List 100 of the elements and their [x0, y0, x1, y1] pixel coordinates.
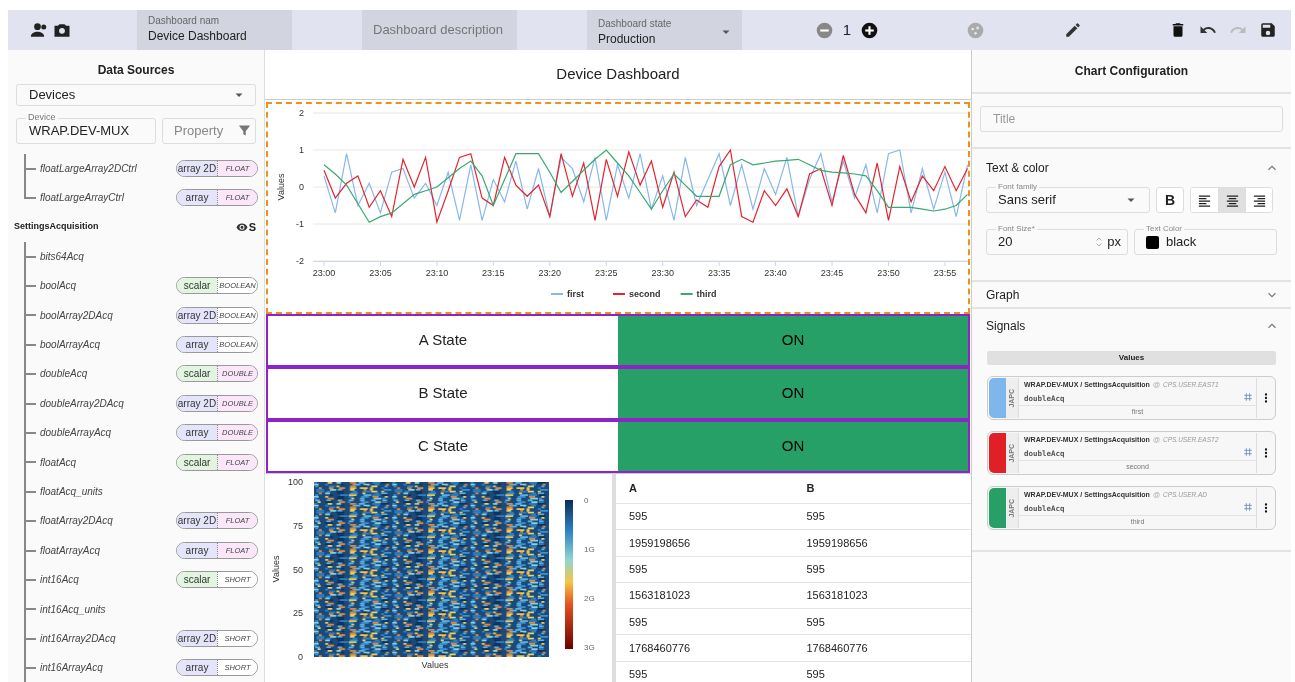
state-value: ON — [618, 369, 968, 418]
table-cell-text: 1959198656 — [805, 535, 869, 551]
axis-tick-label: 23:15 — [482, 268, 505, 278]
field-label: Font Size* — [996, 223, 1037, 234]
unit-label: px — [1107, 233, 1121, 252]
section-title[interactable]: Text & color — [986, 159, 1049, 177]
property-label[interactable]: floatArrayAcq — [40, 542, 176, 558]
property-label[interactable]: boolAcq — [40, 278, 176, 294]
legend-label: third — [696, 289, 717, 299]
container-label: scalar — [177, 454, 217, 470]
dashboard-state-select[interactable]: Dashboard state Production — [587, 10, 742, 50]
container-label: array 2D — [177, 160, 217, 176]
save-icon[interactable] — [1259, 21, 1277, 39]
axis-tick-label: 25 — [293, 608, 303, 619]
property-label[interactable]: int16Array2DAcq — [40, 630, 176, 646]
property-label[interactable]: int16Acq — [40, 572, 176, 588]
axis-tick-label: 23:40 — [764, 268, 787, 278]
legend-item[interactable]: third — [679, 289, 717, 299]
property-label[interactable]: int16ArrayAcq — [40, 660, 176, 676]
field-value: black — [1166, 233, 1197, 252]
chart-widget[interactable]: -2 -1 0 1 2 Values 23:00 23:05 23:10 23:15 23:20 23:25 23:30 23:35 23:40 23:45 23:50 23:55 first second third — [266, 102, 970, 314]
axis-tick-label: 23:50 — [877, 268, 900, 278]
legend-item[interactable]: first — [550, 289, 584, 299]
container-label: array — [177, 425, 217, 441]
column-header: A — [628, 481, 638, 497]
property-label[interactable]: bits64Acq — [40, 248, 258, 264]
container-label: array — [177, 190, 217, 206]
table-cell-text: 595 — [628, 667, 649, 682]
property-label[interactable]: doubleArrayAcq — [40, 425, 176, 441]
table-cell-text: 595 — [628, 614, 649, 630]
property-label[interactable]: boolArray2DAcq — [40, 307, 176, 323]
table-cell-text: 595 — [628, 562, 649, 577]
table-cell-text: 1959198656 — [628, 535, 692, 551]
legend-label: first — [567, 289, 585, 299]
align-center-button[interactable] — [1218, 188, 1245, 212]
axis-title: Values — [271, 555, 281, 583]
bold-button[interactable]: B — [1156, 187, 1184, 213]
property-label[interactable]: floatAcq_units — [40, 484, 258, 499]
table-cell-text: 595 — [805, 509, 826, 525]
field-label: Text Color — [1144, 223, 1184, 234]
align-right-button[interactable] — [1245, 188, 1272, 212]
table-cell-text: 1768460776 — [805, 640, 869, 656]
axis-tick-label: 75 — [293, 520, 303, 531]
table-cell-text: 595 — [805, 667, 826, 682]
source-select[interactable]: Devices — [16, 84, 256, 106]
dashboard-title: Device Dashboard — [556, 64, 680, 85]
property-field[interactable]: Property — [162, 117, 256, 144]
table-cell-text: 1563181023 — [805, 588, 869, 604]
container-label: scalar — [177, 366, 217, 382]
axis-tick-label: -2 — [296, 256, 304, 266]
field-label: Font family — [996, 181, 1040, 192]
container-label: scalar — [177, 278, 217, 294]
legend-item[interactable]: second — [612, 289, 661, 299]
axis-tick-label: 50 — [293, 564, 303, 575]
axis-tick-label: 23:30 — [651, 268, 674, 278]
scale-label: 1G — [584, 545, 595, 554]
status-letter: S — [248, 219, 256, 235]
property-label[interactable]: doubleAcq — [40, 366, 176, 382]
section-title[interactable]: Signals — [986, 317, 1026, 335]
select-value: Sans serif — [998, 191, 1056, 210]
container-label: array 2D — [177, 395, 217, 411]
field-label: Dashboard nam — [148, 14, 221, 27]
axis-tick-label: 23:00 — [312, 268, 336, 278]
state-value: ON — [618, 422, 968, 471]
filter-icon — [237, 123, 252, 138]
axis-tick-label: 23:55 — [933, 268, 957, 278]
field-label: Dashboard state — [598, 16, 672, 30]
field-placeholder: Property — [174, 121, 224, 140]
field-value: Production — [598, 30, 657, 48]
group-label[interactable]: SettingsAcquisition — [14, 220, 236, 234]
container-label: array — [177, 542, 217, 558]
table-cell-text: 595 — [628, 509, 649, 525]
pencil-icon[interactable] — [1064, 21, 1082, 39]
dashboard-name-field[interactable]: Dashboard nam Device Dashboard — [137, 10, 292, 50]
minus-circle-icon[interactable] — [816, 21, 833, 39]
hash-icon[interactable] — [1243, 446, 1253, 457]
axis-tick-label: 0 — [298, 652, 303, 662]
section-title[interactable]: Graph — [986, 285, 1020, 304]
page-count: 1 — [841, 19, 853, 40]
hash-icon[interactable] — [1243, 501, 1253, 512]
field-value: WRAP.DEV-MUX — [29, 122, 130, 141]
property-label[interactable]: floatLargeArrayCtrl — [40, 190, 176, 206]
field-value: 20 — [998, 233, 1014, 252]
column-header: B — [805, 481, 816, 497]
panel-title: Chart Configuration — [1074, 63, 1189, 80]
state-value: ON — [618, 316, 968, 365]
signals-header: Values — [987, 351, 1276, 365]
property-label[interactable]: floatLargeArray2DCtrl — [40, 160, 176, 176]
property-label[interactable]: doubleArray2DAcq — [40, 395, 176, 411]
align-left-button[interactable] — [1191, 188, 1218, 212]
container-label: array — [177, 337, 217, 353]
field-value: Device Dashboard — [148, 28, 248, 45]
property-label[interactable]: boolArrayAcq — [40, 337, 176, 353]
axis-tick-label: -1 — [296, 219, 304, 229]
axis-title: Values — [276, 173, 286, 201]
property-label[interactable]: int16Acq_units — [40, 601, 258, 617]
plus-circle-icon[interactable] — [861, 21, 878, 39]
hash-icon[interactable] — [1243, 391, 1253, 402]
property-label[interactable]: floatAcq — [40, 454, 176, 470]
property-label[interactable]: floatArray2DAcq — [40, 513, 176, 529]
